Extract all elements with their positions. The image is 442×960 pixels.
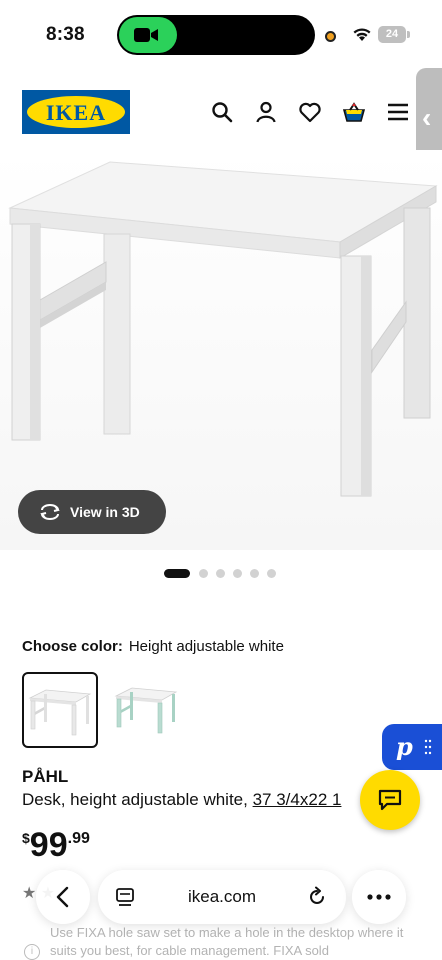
heart-icon[interactable] [298, 100, 322, 124]
chevron-left-icon [56, 886, 69, 908]
status-bar: 8:38 24 [0, 0, 442, 70]
status-time: 8:38 [46, 24, 85, 45]
shopping-bag-icon[interactable] [342, 100, 366, 124]
ikea-logo[interactable]: IKEA [22, 90, 130, 134]
chat-bubble-icon [378, 789, 402, 811]
battery-icon: 24 [378, 26, 406, 43]
rotate-3d-icon [40, 504, 60, 520]
product-details-text: Use FIXA hole saw set to make a hole in … [50, 925, 404, 958]
mic-in-use-indicator [325, 31, 336, 42]
color-swatch-white[interactable] [22, 672, 98, 748]
choose-color-label: Choose color: [22, 638, 123, 655]
color-chooser-row: Choose color: Height adjustable white [22, 638, 284, 655]
product-dimensions-link[interactable]: 37 3/4x22 1 [253, 790, 342, 809]
carousel-dot[interactable] [216, 569, 225, 578]
logo-text: IKEA [45, 100, 107, 125]
desk-green-thumbnail [114, 687, 178, 734]
color-swatch-white-green[interactable] [110, 672, 186, 748]
dynamic-island [117, 15, 315, 55]
video-camera-icon [134, 28, 158, 42]
price-whole: 99 [29, 826, 68, 864]
carousel-dot[interactable] [233, 569, 242, 578]
view-in-3d-label: View in 3D [70, 504, 140, 520]
info-icon: i [24, 944, 40, 960]
reload-icon[interactable] [306, 886, 328, 908]
desk-white-thumbnail [28, 689, 92, 736]
selected-color-value: Height adjustable white [128, 638, 284, 655]
battery-tip [407, 31, 410, 38]
p-logo-icon: p [396, 732, 413, 761]
carousel-dot[interactable] [267, 569, 276, 578]
price-currency: $ [22, 830, 30, 846]
browser-back-button[interactable] [36, 870, 90, 924]
carousel-dot[interactable] [199, 569, 208, 578]
carousel-dot[interactable] [250, 569, 259, 578]
chat-button[interactable] [360, 770, 420, 830]
search-icon[interactable] [210, 100, 234, 124]
wifi-icon [353, 28, 371, 41]
chevron-left-icon: ‹ [422, 102, 432, 133]
product-price: $99.99 [22, 826, 90, 865]
carousel-dot-active[interactable] [164, 569, 190, 578]
more-options-icon [367, 894, 391, 900]
hamburger-menu-icon[interactable] [386, 100, 410, 124]
product-description: Desk, height adjustable white, 37 3/4x22… [22, 790, 341, 810]
product-name: PÅHL [22, 767, 69, 786]
browser-more-button[interactable] [352, 870, 406, 924]
account-icon[interactable] [254, 100, 278, 124]
browser-address-bar[interactable]: ikea.com [98, 870, 346, 924]
product-type-text: Desk, height adjustable white, [22, 790, 253, 809]
view-in-3d-button[interactable]: View in 3D [18, 490, 166, 534]
price-cents: .99 [67, 830, 90, 847]
drag-handle-icon[interactable] [424, 738, 432, 756]
extension-badge[interactable]: p [382, 724, 442, 770]
facetime-indicator [119, 17, 177, 53]
